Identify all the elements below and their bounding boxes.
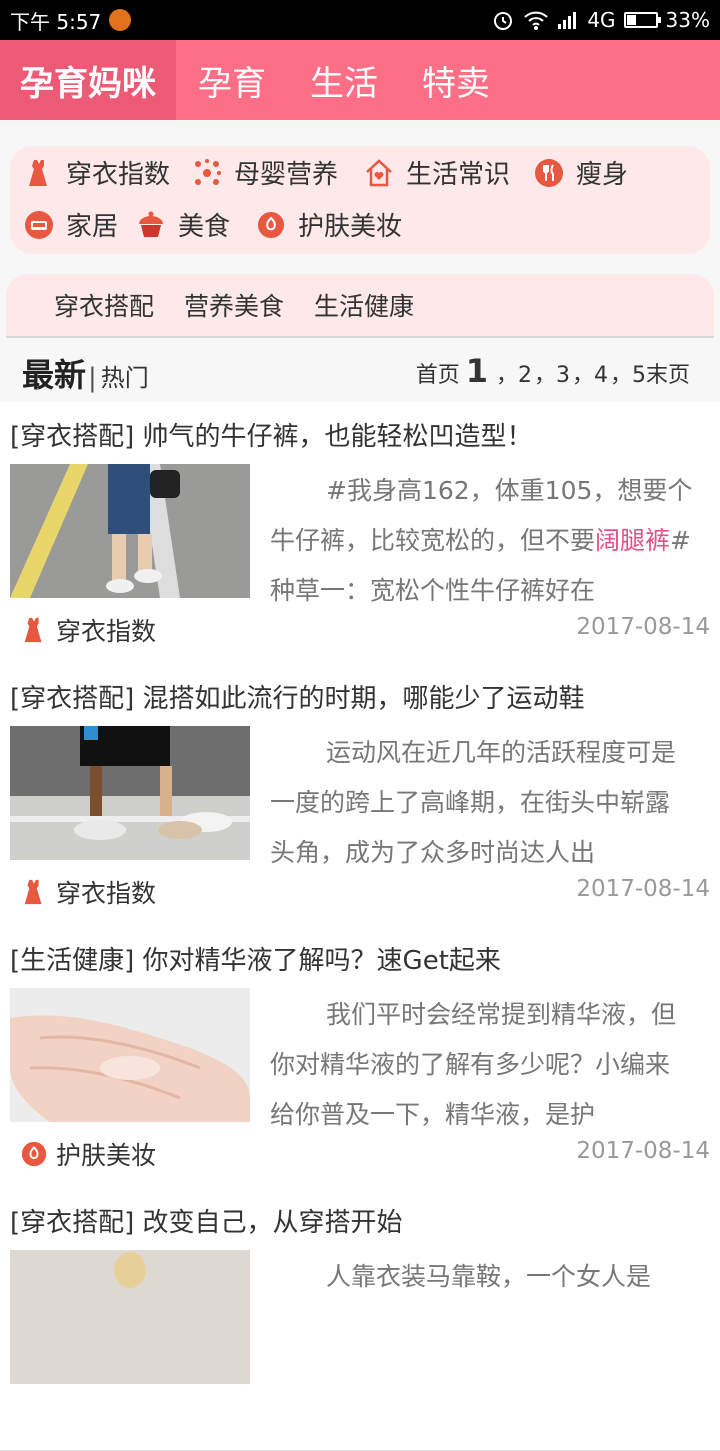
article-thumbnail[interactable]	[10, 726, 250, 860]
cosmetics-icon	[256, 210, 286, 240]
tab-pregnancy[interactable]: 孕育	[176, 40, 288, 120]
battery-icon	[623, 12, 661, 28]
category-nutrition[interactable]: 母婴营养	[192, 154, 338, 191]
article-date: 2017-08-14	[576, 876, 710, 902]
dress-icon	[20, 878, 48, 906]
article-item[interactable]: [穿衣搭配] 改变自己，从穿搭开始 人靠衣装马靠鞍，一个女人是	[0, 1188, 720, 1451]
tab-life[interactable]: 生活	[288, 40, 400, 120]
category-clothing[interactable]: 穿衣指数	[24, 154, 170, 191]
top-navigation: 孕育妈咪 孕育 生活 特卖	[0, 40, 720, 120]
article-summary: 运动风在近几年的活跃程度可是一度的跨上了高峰期，在街头中崭露头角，成为了众多时尚…	[270, 738, 677, 867]
article-thumbnail[interactable]	[10, 988, 250, 1122]
page-5[interactable]: ，5	[610, 357, 646, 389]
article-title[interactable]: [穿衣搭配] 改变自己，从穿搭开始	[10, 1202, 403, 1239]
dress-icon	[20, 616, 48, 644]
page-first[interactable]: 首页	[416, 357, 460, 389]
status-time: 下午 5:57	[10, 9, 102, 34]
article-thumbnail[interactable]	[10, 1250, 250, 1384]
pagination: 首页 1 ，2 ，3 ，4 ，5 末页	[416, 352, 690, 390]
cosmetics-icon	[20, 1140, 48, 1168]
tab-mommy[interactable]: 孕育妈咪	[0, 40, 176, 120]
wifi-icon	[524, 11, 548, 30]
list-header: 最新 | 热门 首页 1 ，2 ，3 ，4 ，5 末页	[0, 340, 720, 403]
category-food[interactable]: 美食	[136, 206, 230, 243]
tab-separator: |	[88, 363, 97, 393]
subtab-health[interactable]: 生活健康	[314, 287, 414, 323]
page-3[interactable]: ，3	[534, 357, 570, 389]
subtab-bar: 穿衣搭配 营养美食 生活健康	[6, 274, 714, 338]
article-date: 2017-08-14	[576, 1138, 710, 1164]
subtab-outfit[interactable]: 穿衣搭配	[54, 287, 154, 323]
battery-percent: 33%	[665, 8, 710, 32]
cupcake-icon	[136, 210, 166, 240]
page-current[interactable]: 1	[466, 352, 488, 390]
page-last[interactable]: 末页	[646, 357, 690, 389]
category-home[interactable]: 家居	[24, 206, 118, 243]
article-category[interactable]: 穿衣指数	[20, 874, 156, 910]
status-bar: 下午 5:57 4G 33%	[0, 0, 720, 40]
status-indicators: 4G 33%	[491, 8, 710, 32]
dots-icon	[192, 158, 222, 188]
tab-hot[interactable]: 热门	[101, 358, 149, 393]
article-title[interactable]: [穿衣搭配] 帅气的牛仔裤，也能轻松凹造型！	[10, 416, 533, 453]
article-item[interactable]: [穿衣搭配] 混搭如此流行的时期，哪能少了运动鞋 运动风在近几年的活跃程度可是一…	[0, 664, 720, 927]
article-title[interactable]: [穿衣搭配] 混搭如此流行的时期，哪能少了运动鞋	[10, 678, 585, 715]
article-category[interactable]: 护肤美妆	[20, 1136, 156, 1172]
subtab-food[interactable]: 营养美食	[184, 287, 284, 323]
tab-latest[interactable]: 最新	[22, 350, 86, 396]
article-summary: #我身高162，体重105，想要个牛仔裤，比较宽松的，但不要阔腿裤#种草一：宽松…	[270, 476, 693, 605]
category-panel: 穿衣指数 母婴营养 生活常识 瘦身 家居 美食 护肤美妆	[10, 146, 710, 254]
article-title[interactable]: [生活健康] 你对精华液了解吗？速Get起来	[10, 940, 501, 977]
sofa-icon	[24, 210, 54, 240]
app-notification-icon	[109, 9, 132, 31]
network-type: 4G	[587, 8, 616, 32]
category-life-tips[interactable]: 生活常识	[364, 154, 510, 191]
article-item[interactable]: [生活健康] 你对精华液了解吗？速Get起来 我们平时会经常提到精华液，但你对精…	[0, 926, 720, 1189]
article-date: 2017-08-14	[576, 614, 710, 640]
dress-icon	[24, 158, 54, 188]
article-summary: 人靠衣装马靠鞍，一个女人是	[326, 1262, 652, 1291]
article-item[interactable]: [穿衣搭配] 帅气的牛仔裤，也能轻松凹造型！ #我身高162，体重105，想要个…	[0, 402, 720, 665]
article-summary: 我们平时会经常提到精华液，但你对精华液的了解有多少呢？小编来给你普及一下，精华液…	[270, 1000, 677, 1129]
category-slimming[interactable]: 瘦身	[534, 154, 628, 191]
page-4[interactable]: ，4	[572, 357, 608, 389]
house-icon	[364, 158, 394, 188]
article-thumbnail[interactable]	[10, 464, 250, 598]
tab-sale[interactable]: 特卖	[400, 40, 512, 120]
alarm-icon	[494, 12, 513, 30]
category-skincare[interactable]: 护肤美妆	[256, 206, 402, 243]
fork-knife-icon	[534, 158, 564, 188]
page-2[interactable]: ，2	[496, 357, 532, 389]
article-category[interactable]: 穿衣指数	[20, 612, 156, 648]
signal-icon	[558, 12, 577, 29]
